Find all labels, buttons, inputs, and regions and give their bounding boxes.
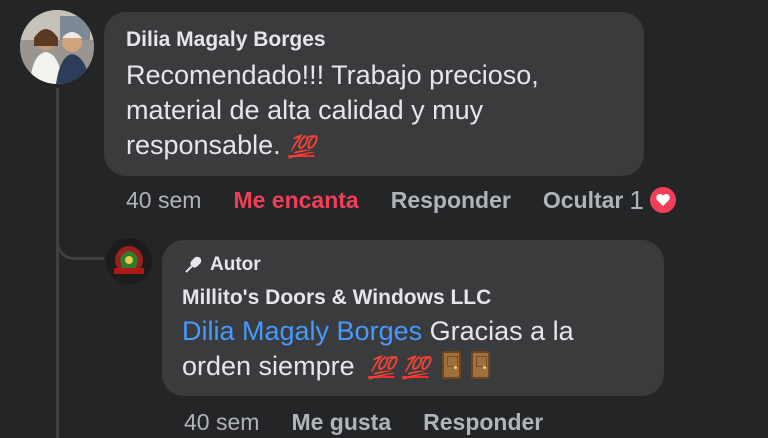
hundred-points-emoji: 💯 xyxy=(402,356,429,381)
thread-line-vertical xyxy=(56,88,59,438)
reply-author-name[interactable]: Millito's Doors & Windows LLC xyxy=(182,286,491,310)
reply-button[interactable]: Responder xyxy=(423,409,543,436)
comment-text-line: Recomendado!!! Trabajo precioso, xyxy=(126,60,539,90)
reply-actions: 40 sem Me gusta Responder xyxy=(184,408,744,436)
comment-actions: 40 sem Me encanta Responder Ocultar 1 xyxy=(126,185,756,216)
reply-bubble: Autor Millito's Doors & Windows LLC Dili… xyxy=(162,240,664,396)
door-icon xyxy=(441,351,461,379)
microphone-icon xyxy=(182,254,204,276)
hundred-points-emoji: 💯 xyxy=(368,356,395,381)
mention-link[interactable]: Dilia Magaly Borges xyxy=(182,316,422,346)
reply-button[interactable]: Responder xyxy=(391,187,511,214)
comment-text-line-end: responsable. xyxy=(126,130,281,160)
reply-text-line: Dilia Magaly Borges Gracias a la xyxy=(182,314,662,349)
author-badge-label: Autor xyxy=(210,254,261,275)
comment-timestamp[interactable]: 40 sem xyxy=(126,187,201,214)
author-badge: Autor xyxy=(182,254,261,276)
heart-icon[interactable] xyxy=(647,185,678,215)
reaction-button[interactable]: Me encanta xyxy=(233,187,358,214)
reply-text-part: Gracias a la xyxy=(422,316,574,346)
reply-text-line-end: orden siempre xyxy=(182,351,355,381)
like-button[interactable]: Me gusta xyxy=(291,409,391,436)
hide-button[interactable]: Ocultar xyxy=(543,187,624,214)
avatar-photo xyxy=(20,10,94,84)
comment-author-name[interactable]: Dilia Magaly Borges xyxy=(126,28,326,52)
reply-text: Dilia Magaly Borges Gracias a la orden s… xyxy=(182,314,662,393)
avatar[interactable] xyxy=(20,10,94,84)
page-logo-icon xyxy=(106,238,152,284)
comment-bubble: Dilia Magaly Borges Recomendado!!! Traba… xyxy=(104,12,644,176)
reaction-count[interactable]: 1 xyxy=(629,185,643,216)
comment-text-line: material de alta calidad y muy xyxy=(126,95,484,125)
reply-timestamp[interactable]: 40 sem xyxy=(184,409,259,436)
reply-avatar[interactable] xyxy=(106,238,152,284)
thread-line-branch xyxy=(56,200,104,260)
comment-text-line: responsable. 💯 xyxy=(126,128,636,165)
hundred-points-emoji: 💯 xyxy=(288,135,315,160)
comment-text: Recomendado!!! Trabajo precioso, materia… xyxy=(126,58,636,165)
reply-text-line: orden siempre 💯 💯 🚪 🚪 xyxy=(182,349,662,393)
door-icon xyxy=(470,351,490,379)
